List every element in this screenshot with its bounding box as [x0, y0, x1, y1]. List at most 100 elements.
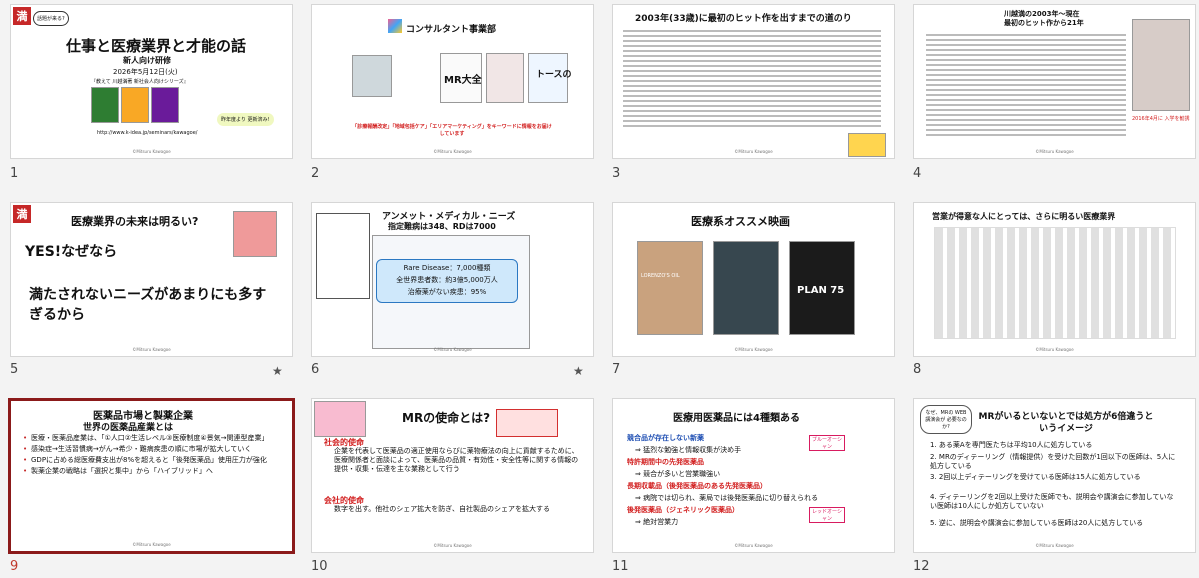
slide-number-6: 6 — [311, 362, 320, 377]
slide-6-stat-1: Rare Disease：7,000種類 — [403, 264, 491, 272]
slide-12-item-4: 4. ディテーリングを2回以上受けた医師でも、説明会や講演会に参加していない医師… — [930, 493, 1174, 510]
slide-10-photo — [314, 401, 366, 437]
slide-1-bubble: 話題が来る? — [33, 11, 69, 26]
slide-4-subtitle: 最初のヒット作から21年 — [1004, 19, 1084, 27]
slide-6-stats-box: Rare Disease：7,000種類 全世界患者数：約3億5,000万人 治… — [376, 259, 518, 303]
slide-11-item-4: ⇒ 競合が多いと営業職強い — [635, 470, 721, 478]
slide-4-footer: ©Mitsuru Kawagoe — [1035, 149, 1074, 154]
slide-5-badge: 満 — [13, 205, 31, 223]
slide-7-poster-1 — [637, 241, 703, 335]
slide-number-12: 12 — [913, 559, 930, 574]
slide-thumbnail-11[interactable]: 医療用医薬品には4種類ある 競合品が存在しない新薬 ⇒ 猛烈な勉強と情報収集が決… — [612, 398, 895, 553]
slide-10-title: MRの使命とは? — [402, 411, 491, 425]
slide-thumbnail-6[interactable]: アンメット・メディカル・ニーズ 指定難病は348、RDは7000 Rare Di… — [311, 202, 594, 357]
slide-1-url: http://www.k-idea.jp/seminars/kawagoe/ — [97, 130, 198, 136]
slide-11-footer: ©Mitsuru Kawagoe — [734, 543, 773, 548]
slide-11-item-1: 競合品が存在しない新薬 — [627, 434, 704, 442]
slide-11-tag-red-ocean: レッドオーシャン — [809, 507, 845, 523]
slide-12-item-3: 3. 2回以上ディテーリングを受けている医師は15人に処方している — [930, 473, 1141, 481]
slide-7-footer: ©Mitsuru Kawagoe — [734, 347, 773, 352]
slide-1-badge: 満 — [13, 7, 31, 25]
slide-7-poster-1-title: LORENZO'S OIL — [641, 273, 680, 279]
slide-11-item-2: ⇒ 猛烈な勉強と情報収集が決め手 — [635, 446, 742, 454]
slide-2-book-1-title: MR大全 — [444, 75, 482, 86]
slide-11-item-3: 特許期間中の先発医薬品 — [627, 458, 704, 466]
slide-7-poster-3-title: PLAN 75 — [797, 285, 845, 296]
slide-12-title: MRがいるといないとでは処方が6倍違うというイメージ — [978, 412, 1154, 434]
slide-10-footer: ©Mitsuru Kawagoe — [433, 543, 472, 548]
slide-12-item-1: 1. ある薬Aを専門医たちは平均10人に処方している — [930, 441, 1093, 449]
slide-9-bullet-3: GDPに占める総医療費支出が8%を超えると「後発医薬品」使用圧力が強化 — [23, 456, 292, 465]
slide-1-title: 仕事と医療業界と才能の話 — [66, 37, 247, 55]
slide-thumbnail-9[interactable]: 医薬品市場と製薬企業 世界の医薬品産業とは 医療・医薬品産業は、「①人口②生活レ… — [8, 398, 295, 554]
slide-6-side-note — [316, 213, 370, 299]
slide-2-company: コンサルタント事業部 — [406, 25, 497, 35]
slide-12-item-5: 5. 逆に、説明会や講演会に参加している医師は20人に処方している — [930, 519, 1144, 527]
slide-number-9: 9 — [10, 559, 19, 574]
slide-5-illustration — [233, 211, 277, 257]
slide-6-subtitle: 指定難病は348、RDは7000 — [388, 222, 496, 231]
slide-5-star-icon: ★ — [272, 364, 283, 378]
slide-thumbnail-3[interactable]: 2003年(33歳)に最初のヒット作を出すまでの道のり ©Mitsuru Kaw… — [612, 4, 895, 159]
slide-2-book-3-title: トースの — [536, 70, 572, 80]
slide-12-item-2: 2. MRのディテーリング（情報提供）を受けた回数が1回以下の医師は、5人に処方… — [930, 453, 1176, 470]
slide-5-title: 医療業界の未来は明るい? — [71, 215, 199, 228]
slide-1-subtitle: 新人向け研修 — [123, 56, 171, 65]
slide-number-2: 2 — [311, 166, 320, 181]
slide-9-bullets: 医療・医薬品産業は、「①人口②生活レベル③医療制度④景気→関連型産業」 感染症→… — [21, 434, 292, 478]
slide-10-callout — [496, 409, 558, 437]
slide-8-logo-map — [934, 227, 1176, 339]
slide-thumbnail-7[interactable]: 医療系オススメ映画 LORENZO'S OIL PLAN 75 ©Mitsuru… — [612, 202, 895, 357]
slide-1-note: 昨年度より 更新済み! — [217, 113, 274, 126]
slide-10-paragraph-2: 数字を出す。他社のシェア拡大を防ぎ、自社製品のシェアを拡大する — [334, 505, 550, 513]
slide-3-body-text — [623, 27, 881, 130]
slide-6-footer: ©Mitsuru Kawagoe — [433, 347, 472, 352]
slide-number-8: 8 — [913, 362, 922, 377]
slide-4-timeline — [926, 31, 1126, 139]
slide-5-reason: 満たされないニーズがあまりにも多すぎるから — [29, 287, 267, 323]
slide-2-caption: 「診療報酬改定」「地域包括ケア」「エリアマーケティング」をキーワードに情報をお届… — [352, 124, 552, 137]
slide-thumbnail-10[interactable]: MRの使命とは? 社会的使命 企業を代表して医薬品の適正使用ならびに薬物療法の向… — [311, 398, 594, 553]
slide-number-5: 5 — [10, 362, 19, 377]
slide-4-photo — [1132, 19, 1190, 111]
slide-6-stat-3: 治療薬がない疾患：95% — [407, 288, 487, 296]
slide-3-footer: ©Mitsuru Kawagoe — [734, 149, 773, 154]
slide-1-book-2 — [121, 87, 149, 123]
slide-7-title: 医療系オススメ映画 — [691, 215, 790, 228]
slide-3-title: 2003年(33歳)に最初のヒット作を出すまでの道のり — [635, 14, 852, 24]
slide-5-yes: YES!なぜなら — [25, 244, 118, 260]
slide-9-bullet-4: 製薬企業の戦略は「選択と集中」から「ハイブリッド」へ — [23, 467, 292, 476]
slide-11-item-6: ⇒ 病院では切られ、薬局では後発医薬品に切り替えられる — [635, 494, 819, 502]
slide-number-11: 11 — [612, 559, 629, 574]
slide-2-photo — [352, 55, 392, 97]
slide-2-book-2 — [486, 53, 524, 103]
slide-6-stat-2: 全世界患者数：約3億5,000万人 — [396, 276, 498, 284]
slide-number-4: 4 — [913, 166, 922, 181]
slide-1-series: 『教えて 川越満著 新社会人向けシリーズ』 — [91, 79, 189, 85]
slide-thumbnail-12[interactable]: なぜ、MRの WEB講演会が 必要なのか? MRがいるといないとでは処方が6倍違… — [913, 398, 1196, 553]
slide-9-bullet-2: 感染症→生活習慣病→がん→希少・難病疾患の順に市場が拡大していく — [23, 445, 292, 454]
slide-1-footer: ©Mitsuru Kawagoe — [132, 149, 171, 154]
slide-thumbnail-4[interactable]: 川越満の2003年～現在 最初のヒット作から21年 2016年4月に 入学を勧誘… — [913, 4, 1196, 159]
slide-9-footer: ©Mitsuru Kawagoe — [132, 542, 171, 547]
slide-9-bullet-1: 医療・医薬品産業は、「①人口②生活レベル③医療制度④景気→関連型産業」 — [23, 434, 292, 443]
slide-thumbnail-1[interactable]: 満 話題が来る? 仕事と医療業界と才能の話 新人向け研修 2026年5月12日(… — [10, 4, 293, 159]
slide-number-1: 1 — [10, 166, 19, 181]
slide-9-subtitle: 世界の医薬品産業とは — [83, 423, 174, 433]
slide-8-title: 営業が得意な人にとっては、さらに明るい医療業界 — [932, 212, 1116, 221]
slide-5-footer: ©Mitsuru Kawagoe — [132, 347, 171, 352]
slide-number-7: 7 — [612, 362, 621, 377]
slide-12-footer: ©Mitsuru Kawagoe — [1035, 543, 1074, 548]
slide-number-10: 10 — [311, 559, 328, 574]
slide-1-book-3 — [151, 87, 179, 123]
slide-2-logo-icon — [388, 19, 402, 33]
slide-thumbnail-5[interactable]: 満 医療業界の未来は明るい? YES!なぜなら 満たされないニーズがあまりにも多… — [10, 202, 293, 357]
slide-number-3: 3 — [612, 166, 621, 181]
slide-thumbnail-8[interactable]: 営業が得意な人にとっては、さらに明るい医療業界 ©Mitsuru Kawagoe — [913, 202, 1196, 357]
slide-2-footer: ©Mitsuru Kawagoe — [433, 149, 472, 154]
slide-thumbnail-2[interactable]: コンサルタント事業部 MR大全 トースの 「診療報酬改定」「地域包括ケア」「エリ… — [311, 4, 594, 159]
slide-6-star-icon: ★ — [573, 364, 584, 378]
slide-11-item-8: ⇒ 絶対営業力 — [635, 518, 679, 526]
slide-1-date: 2026年5月12日(火) — [113, 68, 178, 76]
slide-7-poster-2 — [713, 241, 779, 335]
